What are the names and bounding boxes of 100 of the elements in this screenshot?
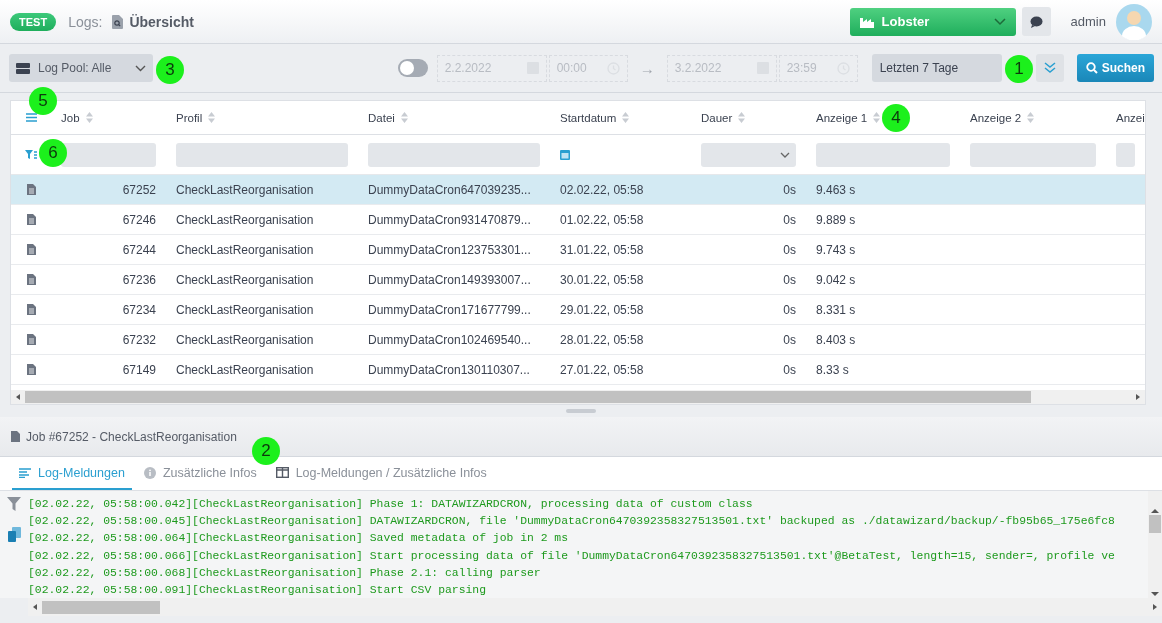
chevron-down-icon bbox=[993, 17, 1006, 26]
table-row[interactable]: 67244 CheckLastReorganisation DummyDataCron123753301... 31.01.22, 05:58 0s 9.743 s bbox=[11, 235, 1145, 265]
section-label: Logs: bbox=[68, 13, 103, 30]
callout-marker: 5 bbox=[29, 87, 57, 115]
table-row[interactable]: 67252 CheckLastReorganisation DummyDataCron647039235... 02.02.22, 05:58 0s 9.463 s bbox=[11, 175, 1145, 205]
document-icon bbox=[11, 431, 20, 442]
scroll-thumb[interactable] bbox=[25, 391, 1031, 403]
table-cell: 0s bbox=[783, 362, 796, 377]
document-icon bbox=[26, 364, 36, 375]
table-row[interactable]: 67232 CheckLastReorganisation DummyDataCron102469540... 28.01.22, 05:58 0s 8.403 s bbox=[11, 325, 1145, 355]
sort-icon[interactable] bbox=[208, 112, 216, 123]
filter-field[interactable] bbox=[970, 142, 1096, 167]
horizontal-scrollbar[interactable] bbox=[28, 598, 1162, 616]
column-header[interactable]: Job bbox=[61, 111, 80, 124]
table-cell: 9.743 s bbox=[816, 242, 856, 257]
document-search-icon bbox=[112, 14, 124, 29]
environment-badge: TEST bbox=[10, 12, 57, 31]
job-title: Job #67252 - CheckLastReorganisation bbox=[26, 429, 237, 444]
table-cell: 31.01.22, 05:58 bbox=[560, 242, 644, 257]
table-cell: CheckLastReorganisation bbox=[176, 182, 314, 197]
table-cell: 8.33 s bbox=[816, 362, 849, 377]
sort-icon[interactable] bbox=[738, 112, 746, 123]
horizontal-scrollbar[interactable] bbox=[11, 390, 1145, 404]
table-cell: DummyDataCron149393007... bbox=[368, 272, 531, 287]
avatar[interactable] bbox=[1116, 3, 1152, 40]
table-cell: 8.403 s bbox=[816, 332, 856, 347]
table-row[interactable]: 67234 CheckLastReorganisation DummyDataCron171677799... 29.01.22, 05:58 0s 8.331 s bbox=[11, 295, 1145, 325]
table-cell: 27.01.22, 05:58 bbox=[560, 362, 644, 377]
table-cell: 9.042 s bbox=[816, 272, 856, 287]
table-cell: 01.02.22, 05:58 bbox=[560, 212, 644, 227]
info-icon bbox=[143, 466, 156, 479]
table-cell: DummyDataCron647039235... bbox=[368, 182, 531, 197]
table-cell: 0s bbox=[783, 242, 796, 257]
table-row[interactable]: 67236 CheckLastReorganisation DummyDataCron149393007... 30.01.22, 05:58 0s 9.042 s bbox=[11, 265, 1145, 295]
chat-question-icon bbox=[1029, 15, 1043, 28]
log-pool-dropdown[interactable]: Log Pool: Alle bbox=[9, 54, 153, 82]
table-cell: 30.01.22, 05:58 bbox=[560, 272, 644, 287]
factory-icon bbox=[859, 15, 874, 28]
column-header[interactable]: Anzei bbox=[1116, 111, 1145, 124]
table-cell: CheckLastReorganisation bbox=[176, 332, 314, 347]
user-name: admin bbox=[1070, 14, 1106, 29]
filter-icon[interactable] bbox=[7, 497, 21, 511]
table-cell: CheckLastReorganisation bbox=[176, 212, 314, 227]
vertical-scrollbar[interactable] bbox=[1148, 491, 1162, 598]
table-cell: DummyDataCron931470879... bbox=[368, 212, 531, 227]
columns-icon bbox=[275, 467, 289, 478]
filter-field[interactable] bbox=[368, 142, 540, 167]
filter-field[interactable] bbox=[176, 142, 348, 167]
column-header[interactable]: Anzeige 2 bbox=[970, 111, 1022, 124]
table-cell: CheckLastReorganisation bbox=[176, 242, 314, 257]
table-cell: 67234 bbox=[122, 302, 156, 317]
table-cell: 0s bbox=[783, 332, 796, 347]
scroll-thumb[interactable] bbox=[1149, 515, 1161, 533]
scroll-thumb[interactable] bbox=[42, 600, 160, 614]
document-icon bbox=[26, 334, 36, 345]
search-icon bbox=[1085, 62, 1098, 74]
filter-icon[interactable] bbox=[25, 149, 37, 160]
table-cell: DummyDataCron102469540... bbox=[368, 332, 531, 347]
table-cell: DummyDataCron123753301... bbox=[368, 242, 531, 257]
table-cell: CheckLastReorganisation bbox=[176, 272, 314, 287]
document-icon bbox=[26, 244, 36, 255]
column-header[interactable]: Dauer bbox=[701, 111, 733, 124]
filter-field[interactable] bbox=[816, 142, 950, 167]
sort-icon[interactable] bbox=[85, 112, 93, 123]
table-row[interactable]: 67149 CheckLastReorganisation DummyDataCron130110307... 27.01.22, 05:58 0s 8.33 s bbox=[11, 355, 1145, 385]
column-header[interactable]: Startdatum bbox=[560, 111, 617, 124]
table-row[interactable]: 67246 CheckLastReorganisation DummyDataCron931470879... 01.02.22, 05:58 0s 9.889 s bbox=[11, 205, 1145, 235]
table-cell: 02.02.22, 05:58 bbox=[560, 182, 644, 197]
table-cell: 67232 bbox=[122, 332, 156, 347]
document-icon bbox=[26, 304, 36, 315]
filter-field[interactable] bbox=[1116, 142, 1135, 167]
table-cell: 0s bbox=[783, 182, 796, 197]
table-cell: 67252 bbox=[122, 182, 156, 197]
double-chevron-down-icon bbox=[1043, 62, 1056, 74]
sort-icon[interactable] bbox=[400, 112, 408, 123]
range-arrow: → bbox=[639, 59, 655, 77]
preset-dropdown[interactable]: Letzten 7 Tage bbox=[871, 54, 1002, 82]
table-cell: DummyDataCron171677799... bbox=[368, 302, 531, 317]
range-toggle[interactable] bbox=[397, 59, 428, 77]
sort-icon[interactable] bbox=[622, 112, 630, 123]
filter-field[interactable] bbox=[61, 142, 156, 167]
log-line: [02.02.22, 05:58:00.066][CheckLastReorganisation] Start processing data of file 'DummyDataCron6470392358327513501.txt'@BetaTest, length=15, sender=, profile ve bbox=[28, 548, 1116, 564]
table-cell: 67246 bbox=[122, 212, 156, 227]
log-line: [02.02.22, 05:58:00.045][CheckLastReorganisation] DATAWIZARDCRON, file 'DummyDataCron6470392358327513501.txt' backuped as ./datawizard/backup/-fb95b65_175e6fc8 bbox=[28, 514, 1116, 530]
column-header[interactable]: Profil bbox=[176, 111, 203, 124]
table-cell: DummyDataCron130110307... bbox=[368, 362, 530, 377]
table-cell: 28.01.22, 05:58 bbox=[560, 332, 644, 347]
filter-dropdown[interactable] bbox=[701, 142, 796, 167]
column-header[interactable]: Datei bbox=[368, 111, 395, 124]
splitter-handle[interactable] bbox=[566, 409, 596, 413]
chevron-down-icon bbox=[135, 64, 146, 72]
chevron-down-icon bbox=[780, 151, 790, 158]
expand-button[interactable] bbox=[1035, 54, 1064, 82]
page-title: Übersicht bbox=[129, 13, 194, 30]
copy-icon[interactable] bbox=[7, 527, 21, 542]
help-chat-button[interactable] bbox=[1021, 7, 1051, 36]
sort-icon[interactable] bbox=[1027, 112, 1035, 123]
menu-icon[interactable] bbox=[25, 113, 37, 122]
column-header[interactable]: Anzeige 1 bbox=[816, 111, 868, 124]
lines-icon bbox=[19, 467, 31, 478]
